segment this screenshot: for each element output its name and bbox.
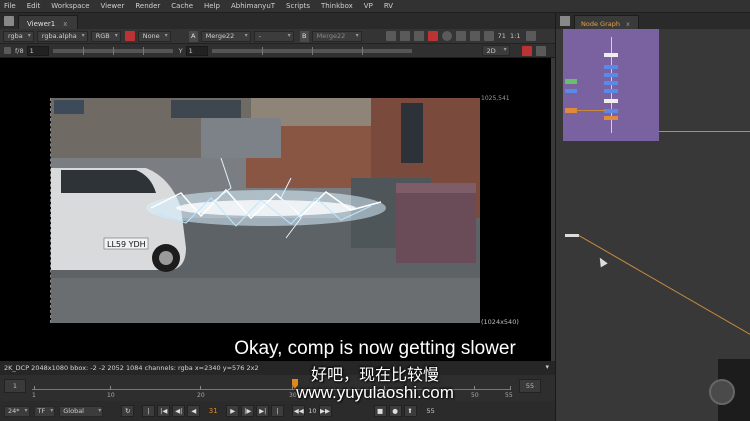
node[interactable]	[604, 116, 618, 120]
node-graph-tab-bar: Node Graph x	[555, 13, 750, 29]
menu-scripts[interactable]: Scripts	[286, 2, 310, 10]
step-back-icon[interactable]: ◀|	[172, 405, 186, 417]
b-input-dropdown[interactable]: Merge22	[311, 30, 362, 42]
fstop-label: f/8	[15, 46, 24, 55]
pause-icon[interactable]	[455, 31, 466, 41]
node-graph-canvas[interactable]	[555, 29, 750, 421]
wipe-mode-dropdown[interactable]: -	[253, 30, 294, 42]
node[interactable]	[604, 81, 618, 85]
flipbook-icon[interactable]: ■	[373, 405, 387, 417]
channels-dropdown[interactable]: rgba	[3, 30, 34, 42]
street-scene-image: LL59 YDH	[51, 98, 480, 323]
node[interactable]	[604, 73, 618, 77]
view-mode-dropdown[interactable]: 2D	[481, 45, 510, 56]
tab-node-graph-label: Node Graph	[581, 19, 620, 28]
alpha-dropdown[interactable]: rgba.alpha	[36, 30, 88, 42]
prev-keyframe-icon[interactable]: |◀	[157, 405, 171, 417]
ratio-value[interactable]: 1:1	[510, 32, 520, 40]
node[interactable]	[604, 89, 618, 93]
mouse-cursor-icon	[596, 255, 608, 268]
step-forward-icon[interactable]: |▶	[241, 405, 255, 417]
tab-node-graph[interactable]: Node Graph x	[574, 15, 639, 29]
play-forward-icon[interactable]: ▶	[226, 405, 240, 417]
lut-icon[interactable]	[469, 31, 480, 41]
menu-cache[interactable]: Cache	[171, 2, 193, 10]
node[interactable]	[565, 89, 577, 93]
tab-viewer1[interactable]: Viewer1 x	[18, 15, 79, 29]
node[interactable]	[565, 79, 577, 84]
format-bottom-right: (1024x540)	[481, 318, 519, 326]
gamma-slider[interactable]	[211, 46, 412, 55]
menu-bar: File Edit Workspace Viewer Render Cache …	[0, 0, 750, 13]
fps-dropdown[interactable]: 24*	[4, 405, 30, 417]
dot-node[interactable]	[565, 234, 579, 237]
none-dropdown[interactable]: None	[137, 30, 171, 42]
menu-workspace[interactable]: Workspace	[51, 2, 89, 10]
playback-bar: 24* TF Global ↻ | |◀ ◀| ◀ 31 ▶ |▶ ▶| | ◀…	[0, 401, 555, 421]
play-backward-icon[interactable]: ◀	[187, 405, 201, 417]
clip-warning-icon[interactable]	[124, 31, 135, 41]
watermark-logo-icon	[709, 379, 735, 405]
close-icon[interactable]: x	[626, 20, 630, 28]
gain-field[interactable]: 1	[26, 45, 49, 56]
node[interactable]	[604, 65, 618, 69]
viewer-toolbar-2: f/8 1 Y 1 2D	[0, 44, 555, 58]
close-icon[interactable]: x	[63, 20, 67, 28]
viewer-tab-bar: Viewer1 x	[0, 13, 555, 29]
menu-file[interactable]: File	[4, 2, 16, 10]
menu-render[interactable]: Render	[135, 2, 160, 10]
global-dropdown[interactable]: Global	[59, 405, 104, 417]
pick-icon[interactable]	[521, 45, 532, 56]
node-connection	[578, 235, 750, 336]
node-connection	[659, 131, 750, 132]
refresh-icon[interactable]	[441, 31, 452, 41]
menu-abhimanyut[interactable]: AbhimanyuT	[231, 2, 275, 10]
more-icon[interactable]	[535, 45, 546, 56]
end-frame-value[interactable]: 55	[427, 407, 435, 415]
node-connection	[576, 110, 606, 111]
viewer-toolbar: rgba rgba.alpha RGB None A Merge22 - B M…	[0, 29, 555, 44]
gain-toggle-icon[interactable]	[4, 47, 11, 54]
next-keyframe-icon[interactable]: ▶|	[256, 405, 270, 417]
a-input-label: A	[188, 30, 198, 42]
guides-icon[interactable]	[399, 31, 410, 41]
colorspace-dropdown[interactable]: RGB	[90, 30, 121, 42]
format-top-right: 1025,541	[481, 95, 510, 102]
current-frame-field[interactable]: 31	[202, 405, 224, 417]
first-frame-icon[interactable]: |	[142, 405, 156, 417]
menu-vp[interactable]: VP	[364, 2, 373, 10]
b-input-label: B	[299, 30, 309, 42]
skip-back-icon[interactable]: ◀◀	[292, 405, 306, 417]
tab-viewer1-label: Viewer1	[27, 19, 56, 28]
menu-help[interactable]: Help	[204, 2, 220, 10]
skip-forward-icon[interactable]: ▶▶	[318, 405, 332, 417]
inputs-icon[interactable]	[483, 31, 494, 41]
proxy-icon[interactable]	[427, 31, 438, 41]
export-icon[interactable]: ⬆	[403, 405, 417, 417]
zoom-value[interactable]: 71	[498, 32, 506, 40]
a-input-dropdown[interactable]: Merge22	[200, 30, 251, 42]
checker-icon[interactable]	[413, 31, 424, 41]
gamma-y-label: Y	[178, 46, 183, 55]
menu-edit[interactable]: Edit	[27, 2, 41, 10]
node[interactable]	[604, 99, 618, 103]
menu-viewer[interactable]: Viewer	[101, 2, 125, 10]
gamma-field[interactable]: 1	[185, 45, 208, 56]
node[interactable]	[604, 109, 618, 113]
comp-image: LL59 YDH	[51, 98, 480, 323]
render-icon[interactable]: ●	[388, 405, 402, 417]
panel-menu-icon[interactable]	[560, 16, 570, 26]
menu-thinkbox[interactable]: Thinkbox	[321, 2, 353, 10]
settings-icon[interactable]	[526, 31, 537, 41]
loop-icon[interactable]: ↻	[121, 405, 135, 417]
node[interactable]	[604, 53, 618, 57]
last-frame-icon[interactable]: |	[271, 405, 285, 417]
panel-menu-icon[interactable]	[4, 16, 14, 26]
gain-slider[interactable]	[52, 46, 173, 55]
roi-icon[interactable]	[385, 31, 396, 41]
step-value[interactable]: 10	[308, 407, 316, 415]
tf-dropdown[interactable]: TF	[33, 405, 56, 417]
license-plate: LL59 YDH	[107, 240, 146, 249]
menu-rv[interactable]: RV	[384, 2, 393, 10]
